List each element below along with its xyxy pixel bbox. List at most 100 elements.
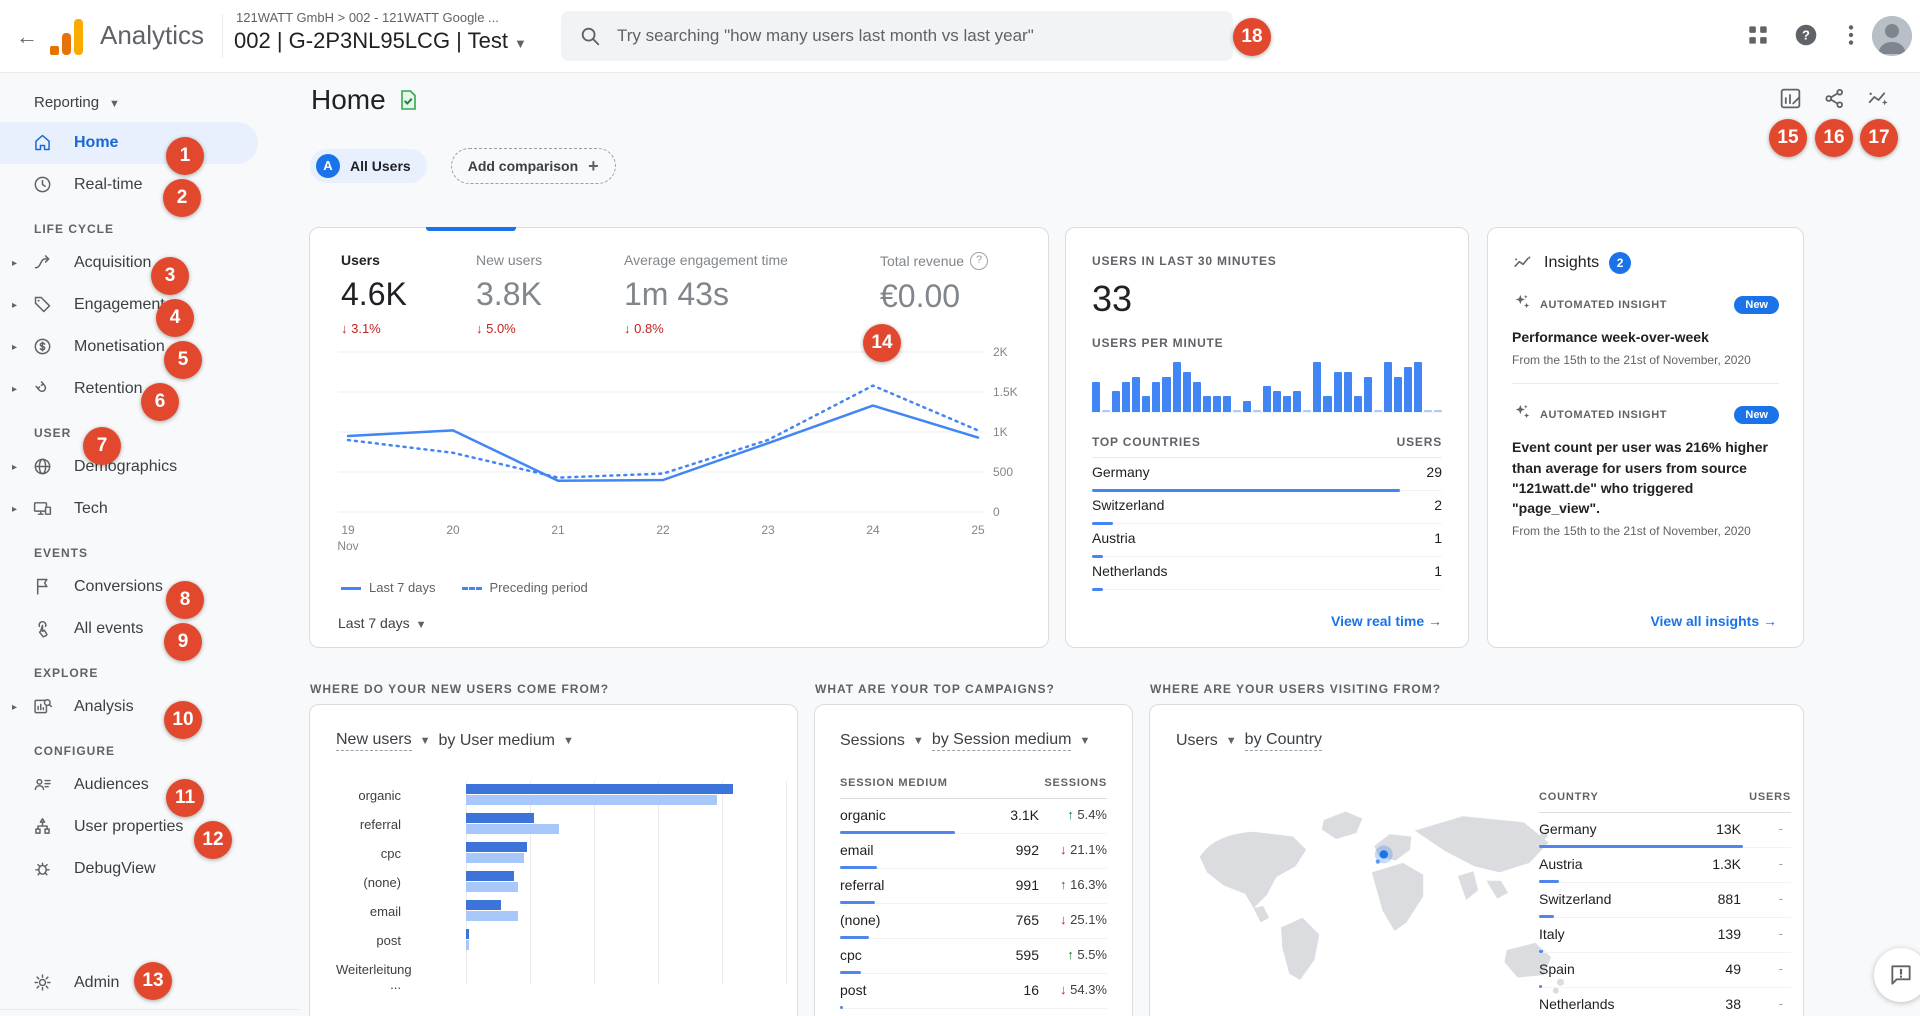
arrow-down-icon: ↓ <box>1060 912 1070 927</box>
sessions-metric-selector[interactable]: Sessions <box>840 732 905 750</box>
view-all-insights-link[interactable]: View all insights → <box>1650 613 1777 629</box>
session-medium-row: cpc595↑ 5.5% <box>840 939 1107 974</box>
expand-arrow-icon[interactable]: ▸ <box>12 504 24 515</box>
avatar[interactable] <box>1872 16 1912 56</box>
sidebar-item-all-events[interactable]: All events <box>0 608 300 650</box>
sessions-delta: ↑ 5.5% <box>1067 947 1107 962</box>
medium-bar <box>840 1006 843 1009</box>
country-users: 1 <box>1434 563 1442 579</box>
help-icon[interactable]: ? <box>1793 22 1821 50</box>
by-country-selector[interactable]: by Country <box>1245 731 1322 751</box>
country-users: 139 <box>1718 926 1741 942</box>
collection-selector[interactable]: Reporting▼ <box>34 88 300 118</box>
insights-icon[interactable] <box>1866 86 1892 112</box>
sidebar-item-audiences[interactable]: Audiences <box>0 764 300 806</box>
metric-new-users[interactable]: New users3.8K↓ 5.0% <box>476 252 596 339</box>
campaigns-question: WHAT ARE YOUR TOP CAMPAIGNS? <box>815 682 1055 696</box>
metric-users[interactable]: Users4.6K↓ 3.1% <box>341 252 448 339</box>
property-selector[interactable]: 002 | G-2P3NL95LCG | Test▼ <box>234 28 527 54</box>
all-users-chip[interactable]: A All Users <box>310 149 427 183</box>
country-users: 2 <box>1434 497 1442 513</box>
apps-grid-icon[interactable] <box>1745 22 1773 50</box>
realtime-users-value: 33 <box>1092 278 1442 320</box>
expand-arrow-icon[interactable]: ▸ <box>12 300 24 311</box>
chevron-down-icon: ▼ <box>109 98 120 110</box>
view-real-time-link[interactable]: View real time → <box>1331 613 1442 629</box>
country-name: Austria <box>1539 856 1583 872</box>
back-icon[interactable]: ← <box>12 22 42 52</box>
minute-bar <box>1132 377 1140 412</box>
search-bar[interactable] <box>561 11 1233 61</box>
more-vert-icon[interactable] <box>1838 22 1866 50</box>
user-properties-icon <box>32 816 54 838</box>
engagement-icon <box>32 294 54 316</box>
country-users: 1.3K <box>1712 856 1741 872</box>
expand-arrow-icon[interactable]: ▸ <box>12 384 24 395</box>
country-col-header: COUNTRY <box>1539 791 1599 803</box>
sidebar-item-engagement[interactable]: ▸Engagement <box>0 284 300 326</box>
minute-bar <box>1414 362 1422 412</box>
sidebar-item-demographics[interactable]: ▸Demographics <box>0 446 300 488</box>
monetisation-icon <box>32 336 54 358</box>
search-input[interactable] <box>615 25 1215 47</box>
sidebar-item-monetisation[interactable]: ▸Monetisation <box>0 326 300 368</box>
sidebar-item-tech[interactable]: ▸Tech <box>0 488 300 530</box>
svg-text:Nov: Nov <box>338 539 359 553</box>
session-medium-row: referral991↑ 16.3% <box>840 869 1107 904</box>
customize-report-icon[interactable] <box>1778 86 1804 112</box>
add-comparison-button[interactable]: Add comparison+ <box>451 148 616 184</box>
country-name: Italy <box>1539 926 1565 942</box>
share-icon[interactable] <box>1822 86 1848 112</box>
expand-arrow-icon[interactable]: ▸ <box>12 342 24 353</box>
minute-bar <box>1173 362 1181 412</box>
sidebar-item-real-time[interactable]: Real-time <box>0 164 300 206</box>
help-icon[interactable]: ? <box>970 252 988 270</box>
feedback-button[interactable] <box>1874 948 1920 1002</box>
sessions-value: 992 <box>1016 842 1039 858</box>
medium-name: referral <box>840 877 884 893</box>
sidebar-item-conversions[interactable]: Conversions <box>0 566 300 608</box>
expand-arrow-icon[interactable]: ▸ <box>12 462 24 473</box>
annotation-badge-17: 17 <box>1860 119 1898 157</box>
minute-bar <box>1243 401 1251 412</box>
country-extra: - <box>1779 961 1783 976</box>
new-users-metric-selector[interactable]: New users <box>336 731 412 751</box>
sidebar-item-home[interactable]: Home <box>0 122 258 164</box>
expand-arrow-icon[interactable]: ▸ <box>12 258 24 269</box>
medium-name: organic <box>840 807 886 823</box>
sidebar-item-acquisition[interactable]: ▸Acquisition <box>0 242 300 284</box>
realtime-country-row: Germany29 <box>1092 458 1442 491</box>
expand-arrow-icon[interactable]: ▸ <box>12 702 24 713</box>
svg-text:1K: 1K <box>993 425 1008 439</box>
sidebar-item-analysis[interactable]: ▸Analysis <box>0 686 300 728</box>
minute-bar <box>1213 396 1221 412</box>
sidebar-item-debugview[interactable]: DebugView <box>0 848 300 890</box>
search-icon <box>579 25 601 47</box>
metric-total-revenue[interactable]: Total revenue?€0.00 <box>880 252 1030 339</box>
minute-bar <box>1263 386 1271 412</box>
insight-entry[interactable]: AUTOMATED INSIGHTNewPerformance week-ove… <box>1512 292 1779 367</box>
sidebar-item-user-properties[interactable]: User properties <box>0 806 300 848</box>
minute-bar <box>1334 372 1342 412</box>
users-header: USERS <box>1397 435 1442 449</box>
brand-title: Analytics <box>100 20 204 51</box>
by-session-medium-selector[interactable]: by Session medium <box>932 731 1072 751</box>
metric-average-engagement-time[interactable]: Average engagement time1m 43s↓ 0.8% <box>624 252 852 339</box>
country-name: Spain <box>1539 961 1575 977</box>
sidebar-item-label: Retention <box>74 380 143 398</box>
sidebar-item-label: Real-time <box>74 176 142 194</box>
annotation-badge-5: 5 <box>164 341 202 379</box>
medium-name: email <box>840 842 873 858</box>
annotation-badge-10: 10 <box>164 701 202 739</box>
minute-bar <box>1203 396 1211 412</box>
chevron-down-icon: ▼ <box>420 735 431 747</box>
country-users: 13K <box>1716 821 1741 837</box>
insight-kind-label: AUTOMATED INSIGHT <box>1540 409 1726 421</box>
annotation-badge-12: 12 <box>194 821 232 859</box>
users-metric-selector[interactable]: Users <box>1176 732 1218 750</box>
bar-pair <box>466 958 788 979</box>
insight-entry[interactable]: AUTOMATED INSIGHTNewEvent count per user… <box>1512 402 1779 538</box>
sessions-delta: ↓ 21.1% <box>1060 842 1107 857</box>
arrow-down-icon: ↓ <box>1060 842 1070 857</box>
date-range-selector[interactable]: Last 7 days▼ <box>338 615 427 631</box>
